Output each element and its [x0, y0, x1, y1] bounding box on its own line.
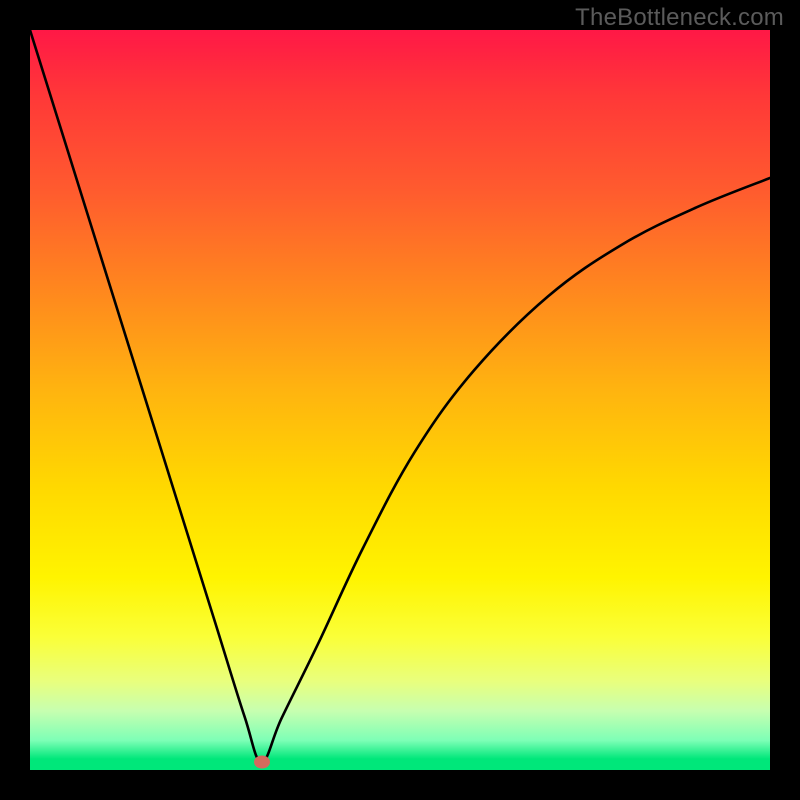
- bottleneck-curve: [30, 30, 770, 770]
- curve-path: [30, 30, 770, 762]
- watermark-text: TheBottleneck.com: [575, 4, 784, 32]
- bottleneck-marker: [254, 755, 270, 768]
- plot-area: [30, 30, 770, 770]
- chart-frame: TheBottleneck.com: [0, 0, 800, 800]
